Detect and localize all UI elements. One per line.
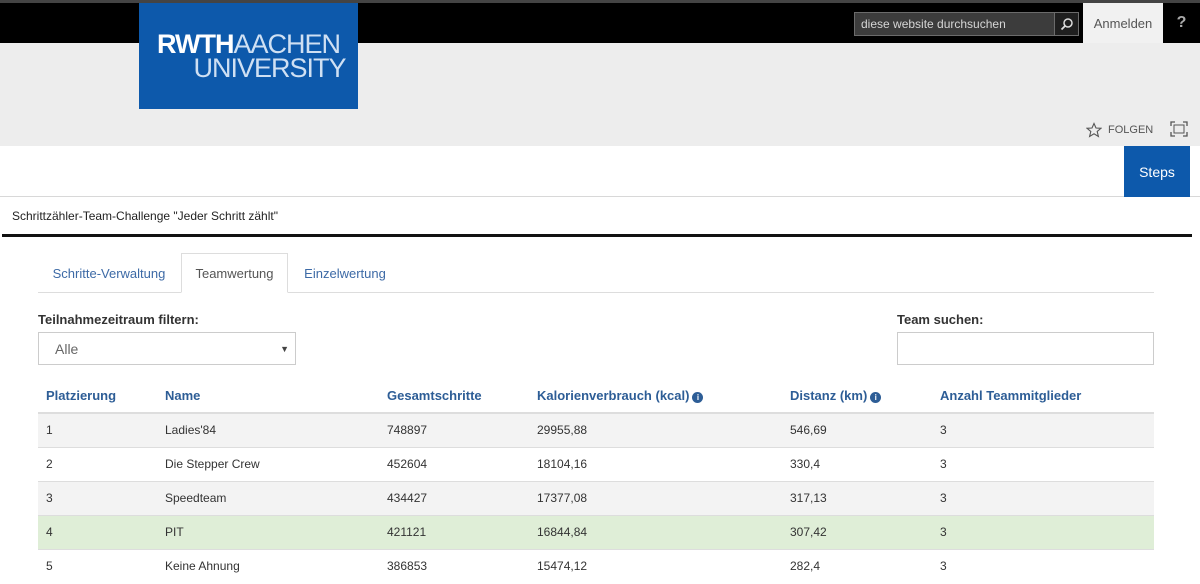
cell-members: 3 [932,480,1154,515]
dropdown-arrow-icon: ▼ [280,344,289,354]
cell-rank: 2 [38,446,157,481]
cell-steps: 421121 [379,514,529,549]
help-button[interactable]: ? [1163,3,1200,43]
cell-calories: 29955,88 [529,412,782,447]
cell-calories: 18104,16 [529,446,782,481]
cell-members: 3 [932,548,1154,583]
tab-bar: Schritte-Verwaltung Teamwertung Einzelwe… [38,253,1154,293]
cell-name: Ladies'84 [157,412,379,447]
team-search-label: Team suchen: [897,312,984,327]
search-input[interactable] [855,13,1054,35]
tab-schritte-verwaltung[interactable]: Schritte-Verwaltung [38,253,180,293]
table-row: 1 Ladies'84 748897 29955,88 546,69 3 [38,412,1154,447]
fullscreen-icon [1170,121,1188,137]
nav-item-steps[interactable]: Steps [1124,146,1190,197]
cell-name: PIT [157,514,379,549]
follow-button[interactable]: FOLGEN [1086,122,1153,138]
info-icon[interactable]: i [870,392,882,403]
cell-members: 3 [932,412,1154,447]
table-row: 5 Keine Ahnung 386853 15474,12 282,4 3 [38,548,1154,583]
cell-distance: 317,13 [782,480,932,515]
column-header-distanz[interactable]: Distanz (km) i [782,379,932,414]
cell-calories: 16844,84 [529,514,782,549]
top-navigation: Steps [0,146,1200,197]
cell-steps: 434427 [379,480,529,515]
cell-name: Keine Ahnung [157,548,379,583]
column-header-anzahl[interactable]: Anzahl Teammitglieder [932,379,1154,414]
tab-einzelwertung[interactable]: Einzelwertung [293,253,397,293]
cell-rank: 1 [38,412,157,447]
focus-content-button[interactable] [1170,121,1188,142]
info-icon[interactable]: i [692,392,704,403]
column-header-platzierung[interactable]: Platzierung [38,379,157,414]
cell-rank: 3 [38,480,157,515]
cell-calories: 15474,12 [529,548,782,583]
period-filter-label: Teilnahmezeitraum filtern: [38,312,199,327]
tab-teamwertung[interactable]: Teamwertung [181,253,288,293]
page-title: Schrittzähler-Team-Challenge "Jeder Schr… [12,209,278,223]
column-header-kalorien[interactable]: Kalorienverbrauch (kcal) i [529,379,782,414]
cell-distance: 546,69 [782,412,932,447]
divider [2,234,1192,237]
table-header-row: Platzierung Name Gesamtschritte Kalorien… [38,379,1154,414]
cell-steps: 748897 [379,412,529,447]
cell-rank: 4 [38,514,157,549]
cell-members: 3 [932,446,1154,481]
period-filter-select[interactable]: Alle ▼ [38,332,296,365]
column-header-name[interactable]: Name [157,379,379,414]
rwth-logo[interactable]: RWTHAACHEN UNIVERSITY [139,3,358,109]
team-ranking-table: Platzierung Name Gesamtschritte Kalorien… [38,379,1154,583]
cell-name: Speedteam [157,480,379,515]
cell-steps: 452604 [379,446,529,481]
team-search-input[interactable] [897,332,1154,365]
cell-distance: 330,4 [782,446,932,481]
follow-label: FOLGEN [1108,124,1154,136]
cell-calories: 17377,08 [529,480,782,515]
site-search [854,12,1079,36]
table-row: 2 Die Stepper Crew 452604 18104,16 330,4… [38,446,1154,481]
search-button[interactable] [1054,13,1078,35]
cell-members: 3 [932,514,1154,549]
column-header-gesamtschritte[interactable]: Gesamtschritte [379,379,529,414]
star-icon [1086,122,1102,138]
table-row-highlighted: 4 PIT 421121 16844,84 307,42 3 [38,514,1154,549]
logo-text-university: UNIVERSITY [193,53,346,83]
cell-distance: 307,42 [782,514,932,549]
cell-steps: 386853 [379,548,529,583]
cell-rank: 5 [38,548,157,583]
signin-link[interactable]: Anmelden [1083,3,1163,43]
table-row: 3 Speedteam 434427 17377,08 317,13 3 [38,480,1154,515]
search-icon [1060,18,1073,31]
cell-distance: 282,4 [782,548,932,583]
period-filter-value: Alle [55,340,79,357]
cell-name: Die Stepper Crew [157,446,379,481]
